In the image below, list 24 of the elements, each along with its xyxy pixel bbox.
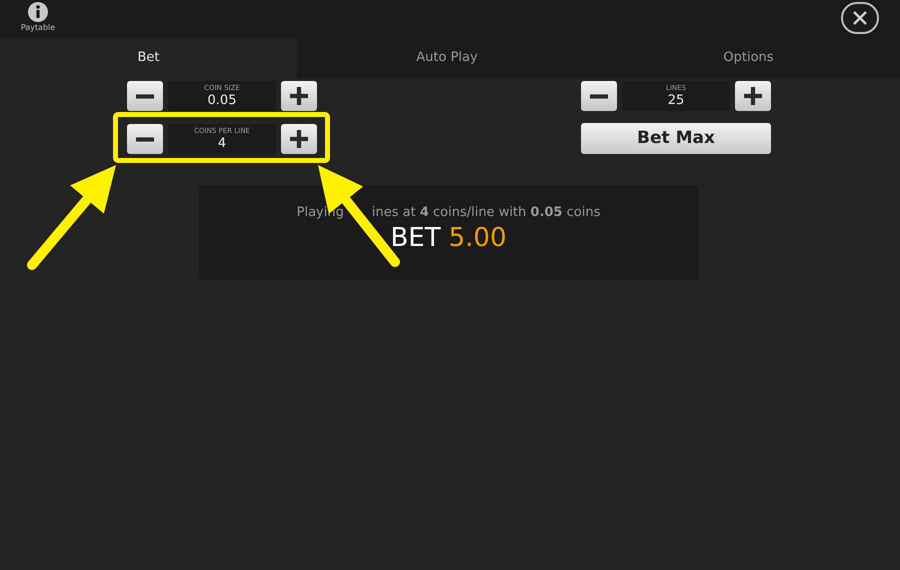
bet-amount: 5.00 [448,222,507,254]
stepper-value: 0.05 [208,93,236,108]
close-icon [853,11,867,25]
close-button[interactable] [841,2,879,34]
minus-button[interactable] [581,81,617,111]
minus-button[interactable] [127,124,163,154]
tab[interactable]: Auto Play [297,38,597,78]
plus-icon [290,87,308,105]
minus-icon [590,94,608,98]
summary-text: ines at 4 coins/line with 0.05 coins [372,204,600,221]
stepper-value: 4 [218,136,226,151]
minus-button[interactable] [127,81,163,111]
minus-icon [136,136,154,142]
plus-icon [290,130,308,148]
plus-button[interactable] [281,124,317,154]
bet-max-button[interactable]: Bet Max [581,123,771,154]
bet-label: BET [390,222,441,254]
plus-icon [744,87,762,105]
plus-button[interactable] [735,81,771,111]
paytable-button[interactable]: Paytable [16,2,60,34]
plus-button[interactable] [281,81,317,111]
stepper-value: 25 [668,93,684,108]
tab[interactable]: Options [597,38,900,78]
minus-icon [136,94,154,98]
